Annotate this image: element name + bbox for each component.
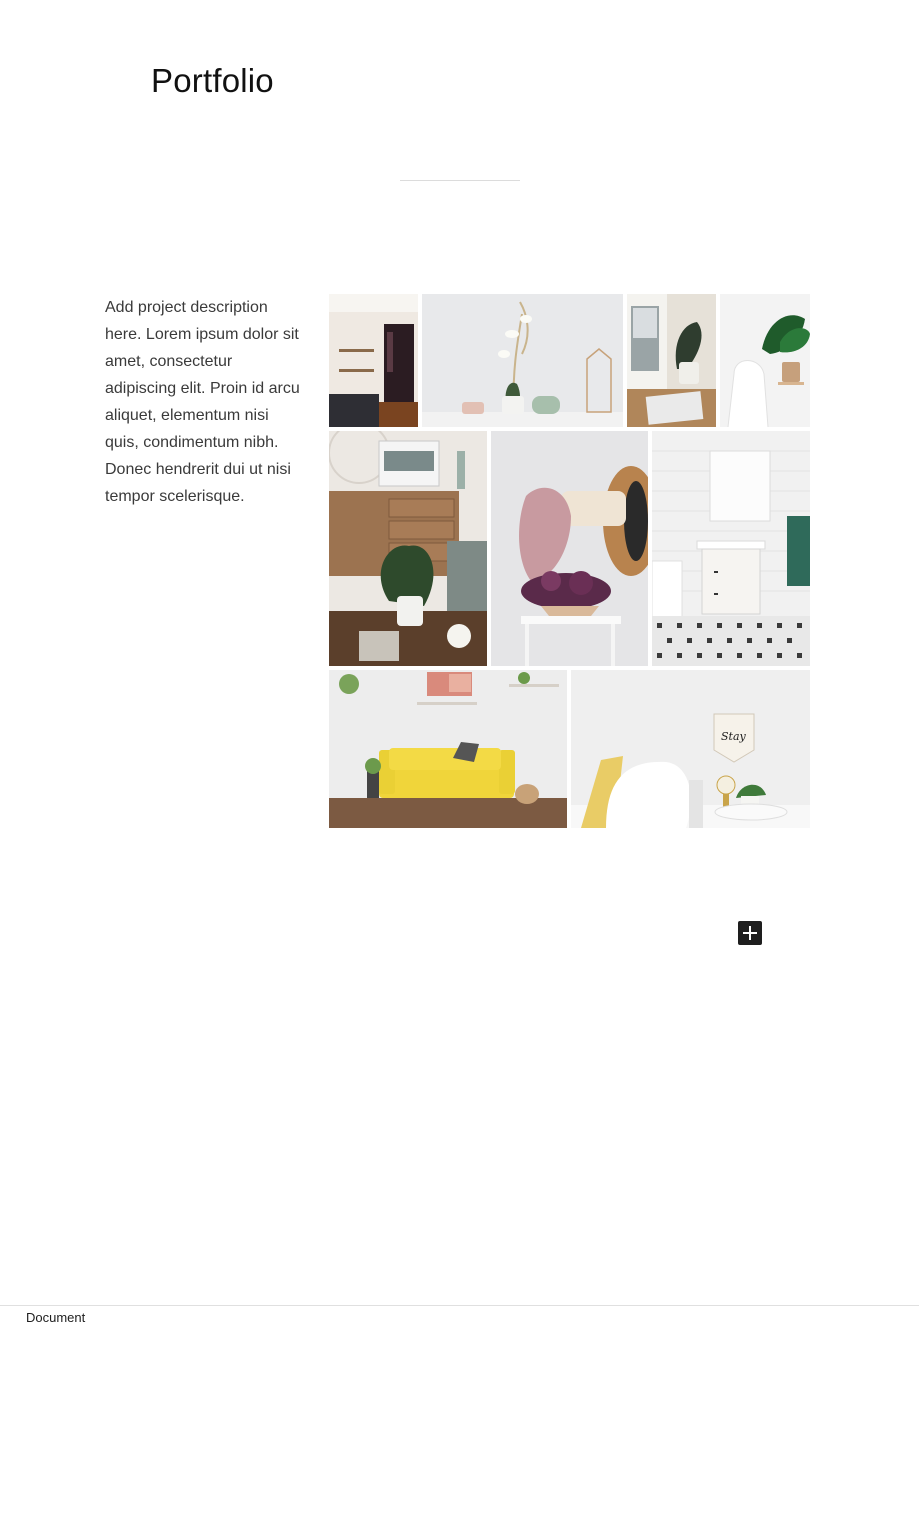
gallery-image-desk-plant[interactable] xyxy=(627,294,716,427)
page-title[interactable]: Portfolio xyxy=(151,62,274,100)
gallery-image-orchid[interactable] xyxy=(422,294,623,427)
add-block-button[interactable] xyxy=(738,921,762,945)
breadcrumb-document[interactable]: Document xyxy=(26,1310,85,1325)
gallery[interactable]: Stay xyxy=(329,294,810,828)
gallery-image-bedroom[interactable]: Stay xyxy=(571,670,810,828)
svg-text:Stay: Stay xyxy=(721,730,747,743)
separator xyxy=(400,180,520,181)
gallery-image-lilac-chair[interactable] xyxy=(491,431,648,666)
gallery-image-sideboard[interactable] xyxy=(329,431,487,666)
plus-icon xyxy=(743,926,757,940)
gallery-image-bathroom[interactable] xyxy=(652,431,810,666)
footer-divider xyxy=(0,1305,919,1306)
gallery-image-yellow-sofa[interactable] xyxy=(329,670,567,828)
project-description[interactable]: Add project description here. Lorem ipsu… xyxy=(105,294,305,510)
gallery-image-monstera[interactable] xyxy=(720,294,810,427)
gallery-image-kitchen[interactable] xyxy=(329,294,418,427)
